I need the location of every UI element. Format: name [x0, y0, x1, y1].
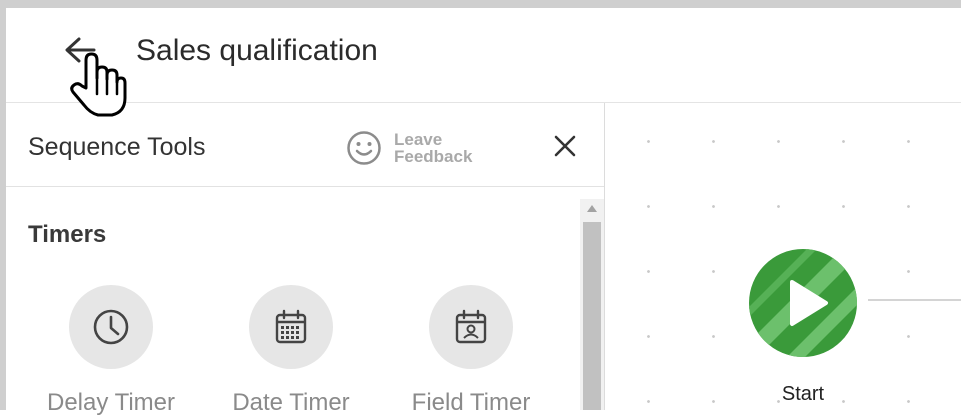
section-title-timers: Timers [28, 221, 107, 248]
sequence-canvas[interactable]: Start [606, 103, 961, 410]
hand-cursor-icon [70, 52, 127, 117]
panel-title: Sequence Tools [28, 133, 206, 161]
close-icon [554, 135, 576, 157]
tool-label: Delay Timer [46, 389, 176, 416]
tool-delay-timer[interactable]: Delay Timer [26, 285, 196, 417]
start-node-label: Start [781, 383, 825, 405]
tool-label: Date Timer [232, 389, 350, 416]
scroll-thumb[interactable] [583, 222, 601, 410]
smiley-icon [347, 131, 381, 165]
tool-icon-circle [249, 285, 333, 369]
tool-icon-circle [429, 285, 513, 369]
panel-scrollbar[interactable] [580, 199, 604, 410]
tool-label: Field Timer [411, 389, 531, 416]
page-title: Sales qualification [136, 34, 378, 67]
calendar-person-icon [455, 309, 487, 344]
tool-field-timer[interactable]: Field Timer [386, 285, 556, 417]
triangle-up-icon [587, 204, 597, 212]
clock-icon [93, 309, 129, 345]
calendar-icon [275, 309, 307, 344]
sequence-tools-panel: Sequence Tools Leave Feedback Timers Del… [6, 103, 605, 416]
leave-feedback-button[interactable]: Leave Feedback [346, 125, 504, 171]
feedback-label-line2: Feedback [394, 147, 473, 166]
feedback-label-line1: Leave [394, 130, 443, 149]
close-panel-button[interactable] [552, 133, 578, 159]
page-header: Sales qualification [6, 8, 961, 103]
scroll-up-button[interactable] [580, 199, 604, 217]
tool-icon-circle [69, 285, 153, 369]
start-node[interactable] [748, 248, 858, 358]
tool-date-timer[interactable]: Date Timer [206, 285, 376, 417]
window-frame: Sales qualification Sequence Tools Leave… [0, 0, 961, 416]
connector-line [868, 299, 961, 301]
feedback-label: Leave Feedback [394, 131, 504, 165]
